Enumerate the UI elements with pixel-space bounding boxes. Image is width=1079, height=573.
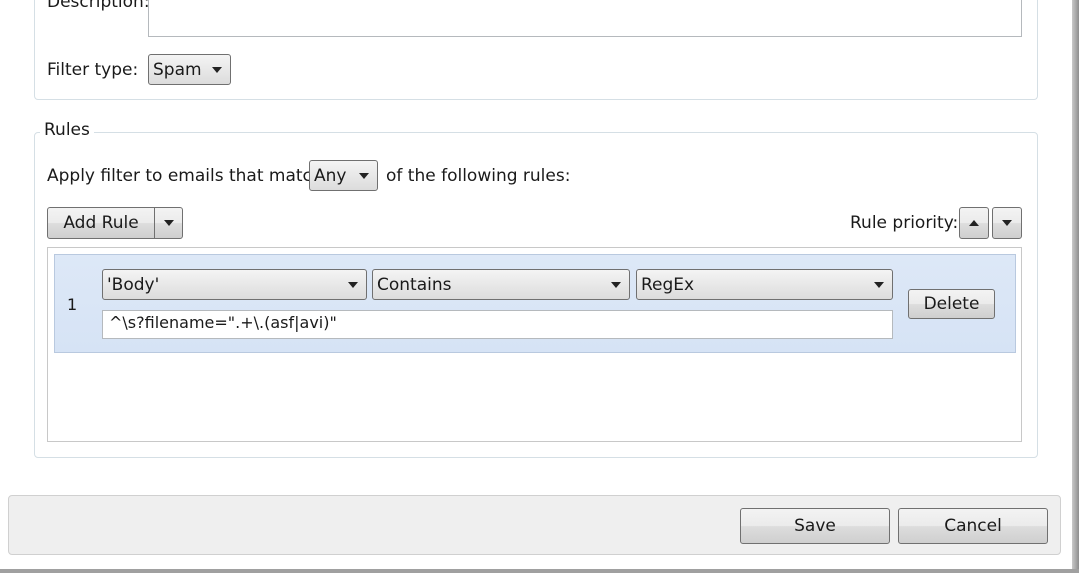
filter-type-dropdown[interactable]: Spam xyxy=(148,54,231,85)
chevron-down-icon xyxy=(212,66,222,73)
rules-list: 1 'Body' Contains RegEx ^\s?filename=".+… xyxy=(47,247,1022,442)
list-item[interactable]: 1 'Body' Contains RegEx ^\s?filename=".+… xyxy=(54,254,1016,353)
description-field[interactable] xyxy=(148,0,1022,37)
rule-match-type-dropdown[interactable]: RegEx xyxy=(636,269,893,300)
add-rule-button[interactable]: Add Rule xyxy=(47,207,155,239)
priority-down-button[interactable] xyxy=(992,207,1022,239)
apply-filter-suffix: of the following rules: xyxy=(386,166,571,186)
window-border xyxy=(1072,0,1079,573)
rule-value-input[interactable]: ^\s?filename=".+\.(asf|avi)" xyxy=(102,310,893,339)
rule-operator-value: Contains xyxy=(377,274,452,295)
rule-priority-label: Rule priority: xyxy=(850,213,959,233)
rule-number: 1 xyxy=(67,295,78,314)
chevron-down-icon xyxy=(874,281,884,288)
rules-group-label: Rules xyxy=(40,120,94,140)
apply-filter-prefix: Apply filter to emails that match xyxy=(47,166,323,186)
cancel-button[interactable]: Cancel xyxy=(898,508,1048,544)
add-rule-menu-button[interactable] xyxy=(154,207,183,239)
delete-rule-button[interactable]: Delete xyxy=(908,289,995,319)
arrow-down-icon xyxy=(1002,220,1012,226)
rule-field-value: 'Body' xyxy=(107,274,160,295)
description-label: Description: xyxy=(47,0,150,12)
window-bottom-border xyxy=(0,569,1079,573)
rule-match-type-value: RegEx xyxy=(641,274,695,295)
rule-field-dropdown[interactable]: 'Body' xyxy=(102,269,367,300)
chevron-down-icon xyxy=(348,281,358,288)
match-mode-value: Any xyxy=(314,165,347,186)
filter-type-value: Spam xyxy=(153,59,202,80)
filter-type-label: Filter type: xyxy=(47,60,139,80)
save-button[interactable]: Save xyxy=(740,508,890,544)
chevron-down-icon xyxy=(611,281,621,288)
match-mode-dropdown[interactable]: Any xyxy=(309,160,378,191)
rule-operator-dropdown[interactable]: Contains xyxy=(372,269,630,300)
chevron-down-icon xyxy=(359,172,369,179)
chevron-down-icon xyxy=(163,220,174,226)
arrow-up-icon xyxy=(969,220,979,226)
priority-up-button[interactable] xyxy=(959,207,989,239)
